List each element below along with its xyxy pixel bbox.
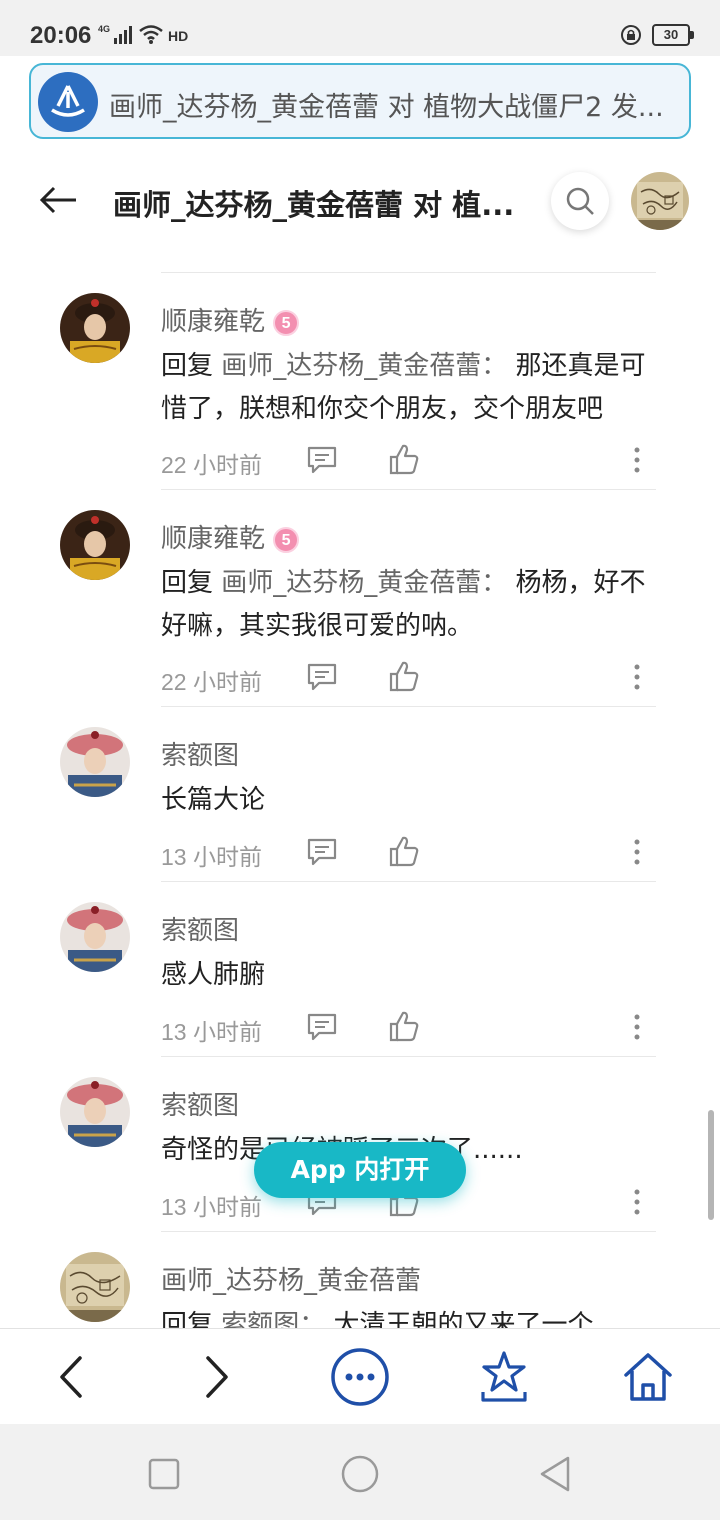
status-bar: 20:06 4G HD 30	[0, 0, 720, 56]
comment-text: 回复 画师_达芬杨_黄金蓓蕾： 那还真是可惜了，朕想和你交个朋友，交个朋友吧	[161, 345, 661, 431]
reply-prefix: 回复	[161, 568, 222, 598]
user-name[interactable]: 顺康雍乾 5	[161, 301, 300, 338]
back-nav-button[interactable]	[42, 1347, 102, 1407]
reply-target-user[interactable]: 画师_达芬杨_黄金蓓蕾：	[221, 568, 507, 598]
page-title: 画师_达芬杨_黄金蓓蕾 对 植...	[113, 188, 515, 222]
chevron-left-icon	[60, 1356, 82, 1398]
url-bar-container: 画师_达芬杨_黄金蓓蕾 对 植物大战僵尸2 发...	[0, 56, 720, 146]
comment-body: 大清王朝的又来了一个	[325, 1310, 594, 1328]
comment-time: 22 小时前	[161, 452, 262, 478]
recents-button[interactable]	[144, 1454, 184, 1494]
like-icon[interactable]	[388, 834, 420, 868]
open-in-app-button[interactable]: App 内打开	[254, 1142, 466, 1198]
level-badge: 5	[273, 527, 300, 553]
comment-text: 感人肺腑	[161, 960, 266, 990]
comment-text: 回复 画师_达芬杨_黄金蓓蕾： 杨杨，好不好嘛，其实我很可爱的呐。	[161, 562, 661, 648]
author-avatar[interactable]	[631, 172, 689, 230]
sketch-avatar-icon	[631, 172, 689, 230]
comment-time: 13 小时前	[161, 844, 262, 870]
more-vertical-icon[interactable]	[625, 1186, 649, 1218]
user-name[interactable]: 索额图	[161, 735, 239, 772]
wifi-icon	[139, 25, 163, 44]
scrollbar[interactable]	[708, 1110, 714, 1220]
comment-text: 回复 索额图： 大清王朝的又来了一个	[161, 1304, 661, 1328]
user-avatar[interactable]	[60, 902, 130, 972]
user-avatar[interactable]	[60, 1077, 130, 1147]
arrow-left-icon	[39, 186, 76, 214]
more-menu-icon	[331, 1348, 389, 1406]
hd-label: HD	[168, 28, 189, 44]
battery-indicator: 30	[652, 24, 694, 46]
more-vertical-icon[interactable]	[625, 836, 649, 868]
divider	[161, 489, 656, 490]
user-name[interactable]: 画师_达芬杨_黄金蓓蕾	[161, 1260, 421, 1297]
browser-toolbar	[0, 1328, 720, 1424]
status-right: 30	[620, 24, 694, 46]
divider	[161, 881, 656, 882]
reply-prefix: 回复	[161, 351, 222, 381]
divider	[161, 1056, 656, 1057]
reply-icon[interactable]	[305, 444, 339, 476]
home-circle-icon	[341, 1455, 379, 1493]
menu-button[interactable]	[330, 1347, 390, 1407]
like-icon[interactable]	[388, 442, 420, 476]
rotation-lock-icon	[621, 25, 641, 45]
home-button[interactable]	[618, 1347, 678, 1407]
comment-time: 13 小时前	[161, 1019, 262, 1045]
url-text[interactable]: 画师_达芬杨_黄金蓓蕾 对 植物大战僵尸2 发...	[109, 85, 685, 124]
forward-nav-button[interactable]	[186, 1347, 246, 1407]
system-navigation-bar	[0, 1424, 720, 1520]
divider	[161, 272, 656, 273]
url-bar[interactable]: 画师_达芬杨_黄金蓓蕾 对 植物大战僵尸2 发...	[29, 63, 691, 139]
status-time: 20:06	[30, 22, 92, 49]
comment-text: 长篇大论	[161, 785, 266, 815]
user-avatar[interactable]	[60, 1252, 130, 1322]
more-vertical-icon[interactable]	[625, 444, 649, 476]
more-vertical-icon[interactable]	[625, 1011, 649, 1043]
comment-meta: 22 小时前	[0, 442, 720, 482]
clipped-row-icons	[160, 256, 460, 258]
home-system-button[interactable]	[340, 1454, 380, 1494]
user-name[interactable]: 索额图	[161, 1085, 239, 1122]
level-badge: 5	[273, 310, 300, 336]
comment-time: 22 小时前	[161, 669, 262, 695]
search-button[interactable]	[551, 172, 609, 230]
reply-icon[interactable]	[305, 836, 339, 868]
user-avatar[interactable]	[60, 727, 130, 797]
user-avatar[interactable]	[60, 293, 130, 363]
reply-icon[interactable]	[305, 661, 339, 693]
home-icon	[624, 1353, 672, 1401]
search-icon	[566, 187, 594, 215]
bookmark-button[interactable]	[474, 1347, 534, 1407]
back-triangle-icon	[540, 1456, 570, 1492]
page-header: 画师_达芬杨_黄金蓓蕾 对 植...	[0, 146, 720, 256]
divider	[161, 1231, 656, 1232]
user-avatar[interactable]	[60, 510, 130, 580]
network-type-label: 4G	[98, 24, 111, 34]
like-icon[interactable]	[388, 659, 420, 693]
user-name-text[interactable]: 顺康雍乾	[161, 307, 265, 337]
back-system-button[interactable]	[536, 1454, 576, 1494]
star-icon	[481, 1351, 527, 1402]
back-button[interactable]	[36, 178, 80, 222]
signal-icon	[114, 26, 133, 44]
site-logo-icon	[38, 72, 98, 132]
user-name[interactable]: 索额图	[161, 910, 239, 947]
user-name-text[interactable]: 顺康雍乾	[161, 524, 265, 554]
chevron-right-icon	[206, 1356, 228, 1398]
reply-target-user[interactable]: 索额图：	[221, 1310, 325, 1328]
divider	[161, 706, 656, 707]
reply-icon[interactable]	[305, 1011, 339, 1043]
reply-prefix: 回复	[161, 1310, 222, 1328]
more-vertical-icon[interactable]	[625, 661, 649, 693]
reply-target-user[interactable]: 画师_达芬杨_黄金蓓蕾：	[221, 351, 507, 381]
comment-meta: 13 小时前	[0, 834, 720, 874]
user-name[interactable]: 顺康雍乾 5	[161, 518, 300, 555]
comment-time: 13 小时前	[161, 1194, 262, 1220]
like-icon[interactable]	[388, 1009, 420, 1043]
recents-square-icon	[148, 1458, 180, 1490]
comment-meta: 22 小时前	[0, 659, 720, 699]
comment-meta: 13 小时前	[0, 1009, 720, 1049]
status-icons: 4G HD	[98, 24, 188, 44]
